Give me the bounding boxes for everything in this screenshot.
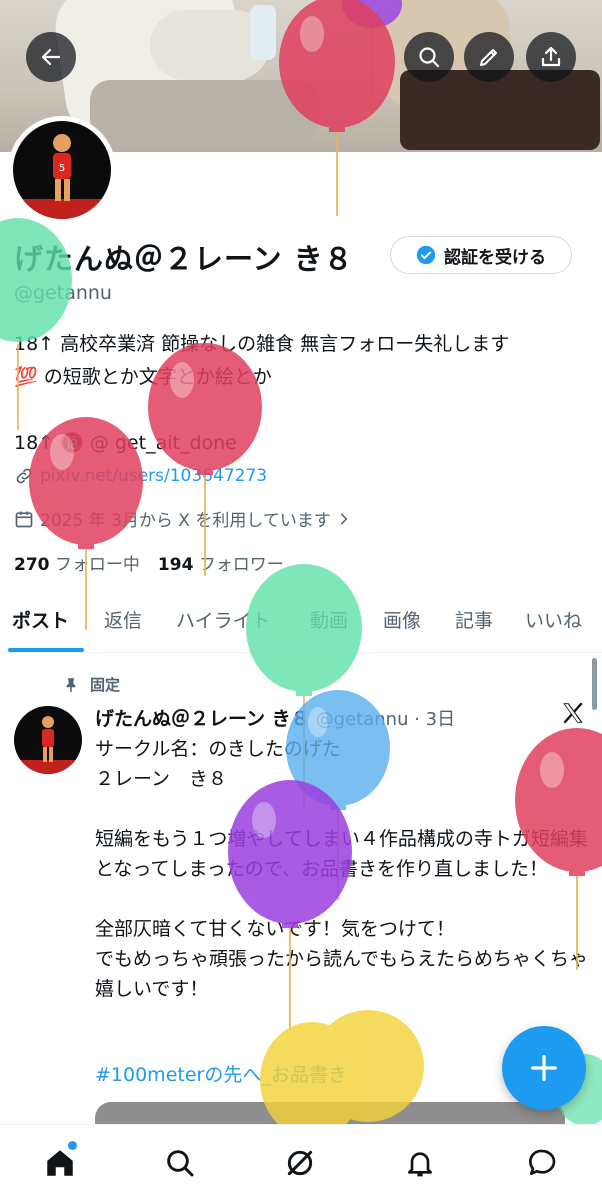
user-handle: @getannu <box>14 282 112 304</box>
grok-icon <box>287 1150 313 1176</box>
chat-bubble-icon <box>529 1149 556 1175</box>
tab-posts[interactable]: ポスト <box>12 606 69 633</box>
nav-search[interactable] <box>158 1141 202 1185</box>
follow-stats: 270 フォロー中 194 フォロワー <box>14 550 284 575</box>
profile-tabs: ポスト 返信 ハイライト 動画 画像 記事 いいね <box>0 598 602 653</box>
active-tab-indicator <box>8 648 84 652</box>
followers-link[interactable]: 194 フォロワー <box>158 550 284 575</box>
search-icon <box>419 47 440 68</box>
home-icon <box>47 1150 73 1176</box>
tab-videos[interactable]: 動画 <box>310 606 348 633</box>
post-author-avatar[interactable] <box>14 706 82 774</box>
share-icon <box>541 46 561 67</box>
arrow-left-icon <box>41 48 61 66</box>
pinned-indicator: 固定 <box>62 674 120 695</box>
post-handle-time: @getannu · 3日 <box>315 709 456 730</box>
pin-icon <box>66 677 76 692</box>
display-name: げたんぬ＠２レーン き８ <box>14 242 354 276</box>
verify-button-label: 認証を受ける <box>444 247 546 268</box>
following-link[interactable]: 270 フォロー中 <box>14 550 140 575</box>
back-button[interactable] <box>26 32 76 82</box>
bell-icon <box>408 1152 432 1177</box>
joined-text: 2025 年 3月から X を利用しています <box>40 511 331 531</box>
calendar-icon <box>15 511 33 527</box>
verified-badge-icon <box>416 245 436 265</box>
followers-label: フォロワー <box>198 555 284 575</box>
get-verified-button[interactable]: 認証を受ける <box>390 236 572 274</box>
post-hashtag[interactable]: #100meterの先へ_お品書き <box>95 1060 347 1087</box>
tab-articles[interactable]: 記事 <box>455 606 493 633</box>
profile-link-text[interactable]: pixiv.net/users/103647273 <box>40 466 267 486</box>
following-count: 270 <box>14 555 50 575</box>
chevron-right-icon <box>340 513 348 524</box>
pencil-icon <box>480 49 497 66</box>
share-button[interactable] <box>526 32 576 82</box>
edit-button[interactable] <box>464 32 514 82</box>
nav-messages[interactable] <box>520 1141 564 1185</box>
post-text: サークル名：のきしたのげた ２レーン き８ 短編をもう１つ増やしてしまい４作品構… <box>95 738 589 1000</box>
svg-text:5: 5 <box>59 163 65 174</box>
tab-highlights[interactable]: ハイライト <box>176 606 271 633</box>
search-button[interactable] <box>404 32 454 82</box>
notification-dot <box>68 1141 77 1150</box>
post-header: げたんぬ＠２レーン き８ @getannu · 3日 <box>95 704 455 731</box>
bio-line: 18↑ 高校卒業済 節操なしの雑食 無言フォロー失礼します <box>14 333 510 355</box>
tab-images[interactable]: 画像 <box>383 606 421 633</box>
x-logo-icon <box>560 700 586 730</box>
nav-home[interactable] <box>38 1141 82 1185</box>
joined-date[interactable]: 2025 年 3月から X を利用しています <box>14 506 351 531</box>
bio-line: 18↑ 🔞 @ get_ait_done <box>14 432 237 454</box>
plus-icon <box>531 1055 557 1081</box>
compose-post-button[interactable] <box>502 1026 586 1110</box>
avatar-image: 5 <box>13 121 111 219</box>
profile-link[interactable]: pixiv.net/users/103647273 <box>14 466 267 486</box>
following-label: フォロー中 <box>54 555 140 575</box>
followers-count: 194 <box>157 555 194 575</box>
bio-line: 💯 の短歌とか文字とか絵とか <box>14 366 272 388</box>
scrollbar[interactable] <box>592 658 597 710</box>
profile-bio: 18↑ 高校卒業済 節操なしの雑食 無言フォロー失礼します 💯 の短歌とか文字と… <box>14 328 594 460</box>
bottom-navigation <box>0 1124 602 1201</box>
tab-replies[interactable]: 返信 <box>104 606 142 633</box>
post-author-name[interactable]: げたんぬ＠２レーン き８ <box>95 704 310 731</box>
nav-grok[interactable] <box>278 1141 322 1185</box>
tab-likes[interactable]: いいね <box>525 606 582 633</box>
link-icon <box>16 468 32 484</box>
search-icon <box>167 1150 194 1177</box>
profile-avatar[interactable]: 5 <box>8 116 116 224</box>
pinned-label: 固定 <box>90 676 121 694</box>
nav-notifications[interactable] <box>398 1141 442 1185</box>
